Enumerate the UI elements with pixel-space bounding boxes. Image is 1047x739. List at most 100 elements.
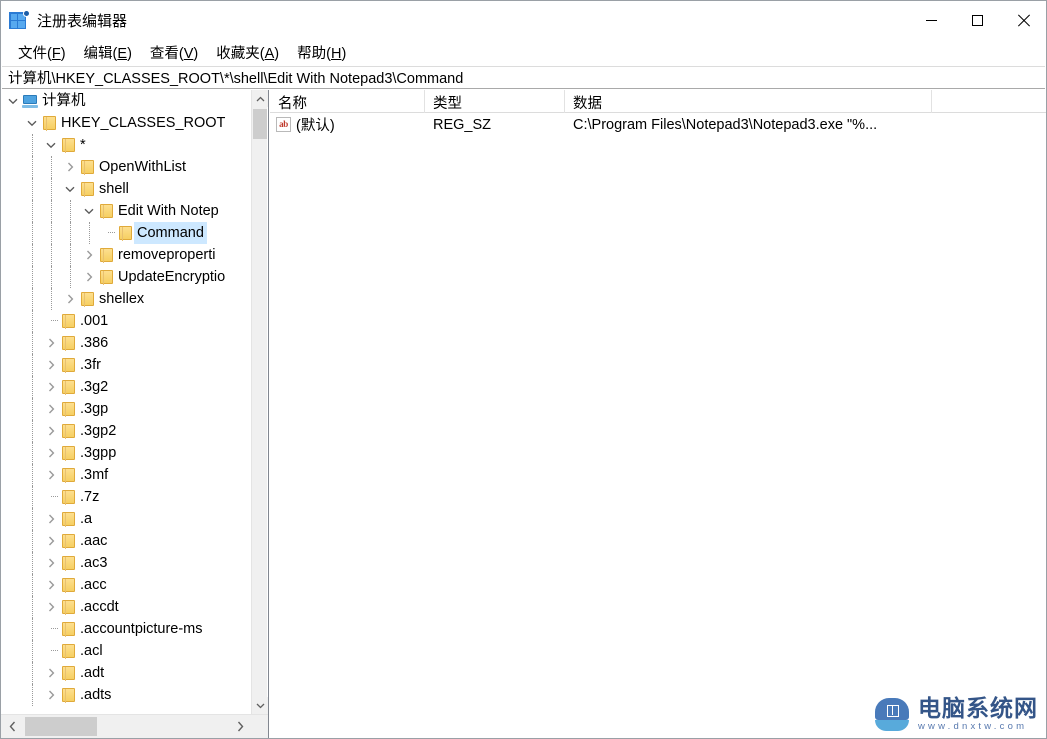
folder-icon <box>59 332 77 354</box>
chevron-right-icon[interactable] <box>81 244 97 266</box>
tree-item[interactable]: .001 <box>1 310 252 332</box>
tree-leaf-spacer <box>43 486 59 508</box>
tree-item[interactable]: .ac3 <box>1 552 252 574</box>
chevron-right-icon[interactable] <box>43 596 59 618</box>
tree-scroll-thumb[interactable] <box>253 109 267 139</box>
tree-leaf-spacer <box>43 310 59 332</box>
column-header-3[interactable]: 数据 <box>565 90 932 113</box>
tree-item[interactable]: Edit With Notep <box>1 200 252 222</box>
maximize-button[interactable] <box>954 1 1000 39</box>
tree-item[interactable]: .3gp2 <box>1 420 252 442</box>
folder-icon <box>116 222 134 244</box>
tree-item[interactable]: .7z <box>1 486 252 508</box>
menu-item-3[interactable]: 查看(V) <box>141 40 207 65</box>
tree-item[interactable]: .aac <box>1 530 252 552</box>
chevron-down-icon[interactable] <box>24 112 40 134</box>
menu-accel-key: H <box>330 45 342 62</box>
menu-item-2[interactable]: 编辑(E) <box>75 40 141 65</box>
tree-item[interactable]: shell <box>1 178 252 200</box>
chevron-right-icon[interactable] <box>43 574 59 596</box>
chevron-down-icon[interactable] <box>43 134 59 156</box>
chevron-down-icon[interactable] <box>81 200 97 222</box>
chevron-right-icon[interactable] <box>43 398 59 420</box>
address-bar[interactable]: 计算机\HKEY_CLASSES_ROOT\*\shell\Edit With … <box>2 66 1045 89</box>
tree-item[interactable]: .3g2 <box>1 376 252 398</box>
table-row[interactable]: ab (默认) REG_SZ C:\Program Files\Notepad3\No… <box>270 113 1046 136</box>
tree-elbow-line <box>51 496 58 497</box>
tree-guide-line <box>51 222 52 244</box>
column-header-1[interactable]: 名称 <box>270 90 425 113</box>
tree-item-label: .ac3 <box>80 555 108 571</box>
tree-item[interactable]: .adt <box>1 662 252 684</box>
folder-icon <box>97 244 115 266</box>
menu-item-4[interactable]: 收藏夹(A) <box>207 40 288 65</box>
tree-guide-line <box>32 684 33 706</box>
chevron-right-icon[interactable] <box>43 420 59 442</box>
main-content: 计算机 HKEY_CLASSES_ROOT * OpenWithList shell Ed… <box>1 90 1046 738</box>
tree-item[interactable]: .acc <box>1 574 252 596</box>
values-list-body[interactable]: ab (默认) REG_SZ C:\Program Files\Notepad3\No… <box>270 113 1046 136</box>
tree-item[interactable]: HKEY_CLASSES_ROOT <box>1 112 252 134</box>
tree-item[interactable]: removeproperti <box>1 244 252 266</box>
tree-item-label: shell <box>99 181 129 197</box>
tree-guide-line <box>51 244 52 266</box>
registry-tree[interactable]: 计算机 HKEY_CLASSES_ROOT * OpenWithList shell Ed… <box>1 90 252 714</box>
chevron-right-icon[interactable] <box>43 442 59 464</box>
tree-hscroll-thumb[interactable] <box>25 717 97 736</box>
column-header-2[interactable]: 类型 <box>425 90 565 113</box>
folder-icon <box>97 266 115 288</box>
tree-item[interactable]: UpdateEncryptio <box>1 266 252 288</box>
chevron-right-icon[interactable] <box>43 530 59 552</box>
chevron-right-icon[interactable] <box>43 376 59 398</box>
tree-item[interactable]: * <box>1 134 252 156</box>
chevron-down-icon[interactable] <box>62 178 78 200</box>
tree-item[interactable]: .3fr <box>1 354 252 376</box>
chevron-right-icon[interactable] <box>62 288 78 310</box>
folder-icon <box>59 684 77 706</box>
chevron-right-icon[interactable] <box>43 354 59 376</box>
scroll-up-button[interactable] <box>252 90 268 107</box>
scroll-left-button[interactable] <box>1 715 23 738</box>
tree-item[interactable]: .adts <box>1 684 252 706</box>
chevron-right-icon[interactable] <box>43 508 59 530</box>
chevron-right-icon[interactable] <box>62 156 78 178</box>
tree-item-label: .acl <box>80 643 103 659</box>
tree-item[interactable]: .a <box>1 508 252 530</box>
tree-item[interactable]: .3gpp <box>1 442 252 464</box>
tree-item-label: .3mf <box>80 467 109 483</box>
tree-item[interactable]: .accdt <box>1 596 252 618</box>
tree-guide-line <box>32 332 33 354</box>
minimize-button[interactable] <box>908 1 954 39</box>
tree-vertical-scrollbar[interactable] <box>251 90 268 714</box>
tree-horizontal-scrollbar[interactable] <box>1 714 268 738</box>
tree-item[interactable]: .386 <box>1 332 252 354</box>
tree-item[interactable]: 计算机 <box>1 90 252 112</box>
tree-guide-line <box>32 640 33 662</box>
tree-item-selected[interactable]: Command <box>1 222 252 244</box>
tree-item[interactable]: shellex <box>1 288 252 310</box>
menu-item-5[interactable]: 帮助(H) <box>288 40 355 65</box>
chevron-right-icon[interactable] <box>43 464 59 486</box>
menu-item-accel: (H) <box>326 45 347 62</box>
chevron-right-icon[interactable] <box>43 684 59 706</box>
menu-bar: 文件(F) 编辑(E) 查看(V) 收藏夹(A) 帮助(H) <box>1 39 1046 65</box>
folder-icon <box>59 640 77 662</box>
computer-icon <box>21 90 39 112</box>
tree-item-label: .acc <box>80 577 107 593</box>
tree-item[interactable]: .acl <box>1 640 252 662</box>
tree-item[interactable]: OpenWithList <box>1 156 252 178</box>
tree-item-label: Command <box>134 222 207 244</box>
close-button[interactable] <box>1000 1 1046 39</box>
chevron-right-icon[interactable] <box>81 266 97 288</box>
chevron-right-icon[interactable] <box>43 552 59 574</box>
menu-item-1[interactable]: 文件(F) <box>9 40 75 65</box>
scroll-right-button[interactable] <box>229 715 251 738</box>
tree-item[interactable]: .accountpicture-ms <box>1 618 252 640</box>
tree-guide-line <box>51 156 52 178</box>
chevron-right-icon[interactable] <box>43 662 59 684</box>
chevron-down-icon[interactable] <box>5 90 21 112</box>
tree-item[interactable]: .3mf <box>1 464 252 486</box>
chevron-right-icon[interactable] <box>43 332 59 354</box>
tree-item[interactable]: .3gp <box>1 398 252 420</box>
scroll-down-button[interactable] <box>252 697 268 714</box>
